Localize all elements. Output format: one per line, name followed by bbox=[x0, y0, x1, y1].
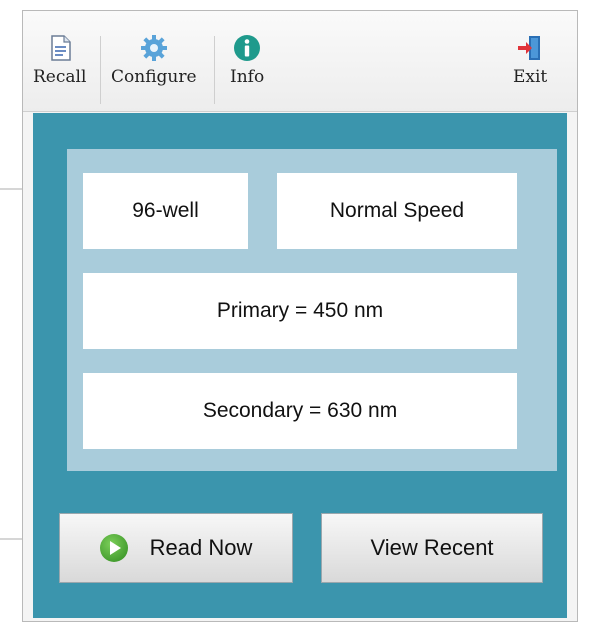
secondary-wavelength-field[interactable]: Secondary = 630 nm bbox=[83, 373, 517, 449]
configure-button[interactable]: Configure bbox=[111, 33, 197, 87]
toolbar-divider bbox=[214, 36, 215, 104]
view-recent-label: View Recent bbox=[370, 535, 494, 560]
recall-label: Recall bbox=[33, 67, 87, 87]
speed-field[interactable]: Normal Speed bbox=[277, 173, 517, 249]
exit-door-icon bbox=[518, 36, 541, 60]
main-panel: 96-well Normal Speed Primary = 450 nm Se… bbox=[33, 113, 567, 618]
info-label: Info bbox=[230, 67, 265, 87]
document-icon bbox=[50, 35, 71, 61]
background-line bbox=[0, 538, 22, 540]
reader-window: Recall Configure Info Exit 96-well Norma… bbox=[22, 10, 578, 622]
toolbar: Recall Configure Info Exit bbox=[23, 11, 577, 112]
exit-button[interactable]: Exit bbox=[513, 33, 547, 87]
read-now-button[interactable]: Read Now bbox=[59, 513, 293, 583]
info-button[interactable]: Info bbox=[230, 33, 264, 87]
gear-icon bbox=[140, 35, 167, 61]
configure-label: Configure bbox=[111, 67, 197, 87]
toolbar-divider bbox=[100, 36, 101, 104]
background-line bbox=[0, 188, 22, 190]
primary-wavelength-field[interactable]: Primary = 450 nm bbox=[83, 273, 517, 349]
plate-format-field[interactable]: 96-well bbox=[83, 173, 248, 249]
exit-label: Exit bbox=[513, 67, 548, 87]
read-now-label: Read Now bbox=[149, 535, 253, 560]
info-icon bbox=[234, 35, 261, 61]
settings-card: 96-well Normal Speed Primary = 450 nm Se… bbox=[67, 149, 557, 471]
play-icon bbox=[99, 534, 128, 562]
view-recent-button[interactable]: View Recent bbox=[321, 513, 543, 583]
recall-button[interactable]: Recall bbox=[33, 33, 86, 87]
